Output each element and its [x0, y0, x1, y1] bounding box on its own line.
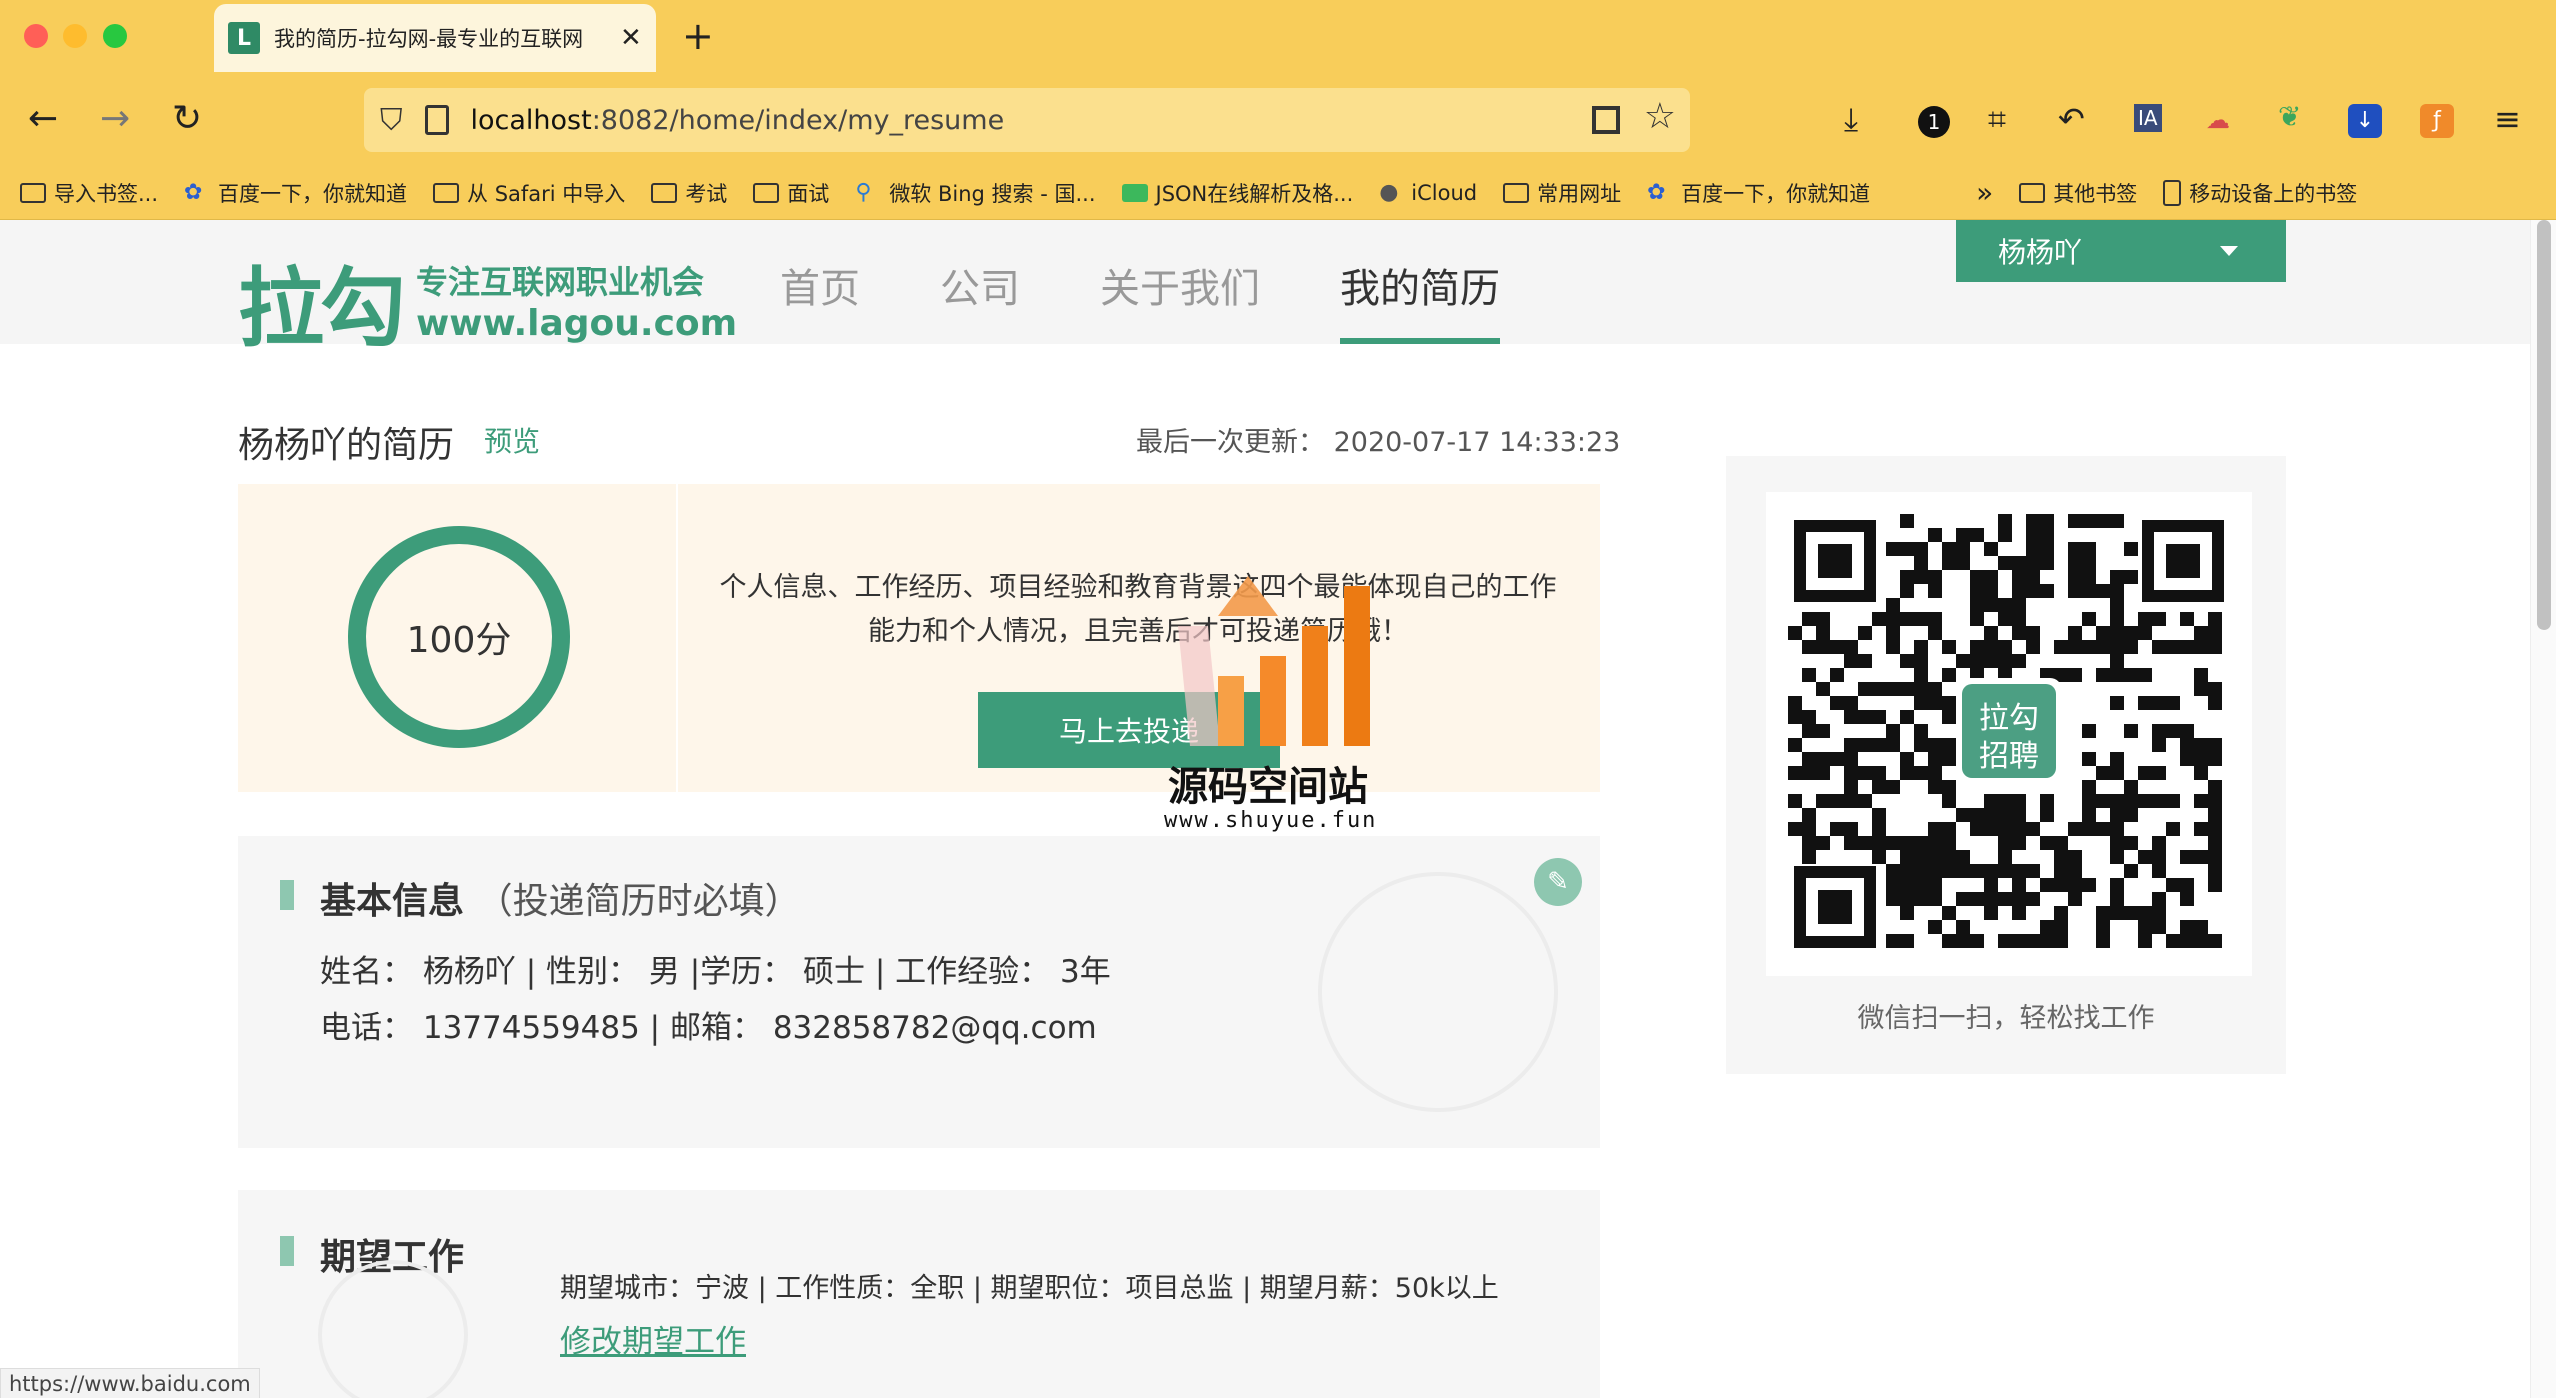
watermark-title: 源码空间站	[1168, 764, 1368, 810]
site-nav: 首页 公司 关于我们 我的简历	[780, 220, 1580, 344]
basic-info-line-2: 电话： 13774559485 | 邮箱： 832858782@qq.com	[320, 1010, 1097, 1046]
new-tab-button[interactable]: +	[682, 14, 714, 58]
bookmarks-bar: 导入书签... ✿ 百度一下，你就知道 从 Safari 中导入 考试 面试 ⚲ 微…	[0, 166, 2556, 220]
basic-info-title: 基本信息 （投递简历时必填）	[320, 881, 801, 922]
close-window-button[interactable]	[24, 24, 48, 48]
onepassword-icon[interactable]: 1	[1918, 106, 1950, 138]
shield-icon[interactable]: ⛉	[380, 103, 403, 138]
bookmark-mobile[interactable]: 移动设备上的书签	[2163, 178, 2357, 208]
edit-expected-job-link[interactable]: 修改期望工作	[560, 1316, 746, 1361]
bookmark-item[interactable]: ✿ 百度一下，你就知道	[184, 178, 407, 208]
zoom-window-button[interactable]	[103, 24, 127, 48]
browser-navbar: ← → ↻ ⛉ localhost:8082/home/index/my_res…	[0, 78, 2556, 166]
bookmark-star-icon[interactable]: ☆	[1644, 96, 1676, 137]
qr-code: 拉勾 招聘	[1766, 492, 2252, 976]
bookmark-item[interactable]: 从 Safari 中导入	[433, 178, 625, 208]
page-content: 拉勾 专注互联网职业机会 www.lagou.com 首页 公司 关于我们 我的…	[0, 220, 2530, 1398]
nav-company[interactable]: 公司	[940, 220, 1020, 344]
import-icon	[20, 182, 46, 203]
bookmark-item[interactable]: ● iCloud	[1379, 180, 1477, 205]
expected-job-card: 期望工作 期望城市：宁波 | 工作性质：全职 | 期望职位：项目总监 | 期望月…	[238, 1190, 1600, 1398]
logo-slogan: 专注互联网职业机会	[416, 263, 705, 301]
watermark-logo-icon	[1178, 576, 1370, 746]
bookmark-other[interactable]: 其他书签	[2019, 178, 2137, 208]
bookmark-item[interactable]: 考试	[651, 178, 727, 208]
download-icon[interactable]: ⤓	[1844, 100, 1858, 139]
folder-icon	[651, 182, 678, 203]
folder-icon	[433, 182, 460, 203]
logo-url: www.lagou.com	[416, 303, 738, 344]
watermark: 源码空间站 www.shuyue.fun	[1160, 556, 1400, 833]
nav-my-resume[interactable]: 我的简历	[1340, 220, 1500, 344]
page-scrollbar[interactable]	[2530, 220, 2556, 1398]
paw-icon: ✿	[1647, 180, 1666, 205]
search-icon: ⚲	[855, 180, 872, 205]
folder-icon	[2019, 182, 2046, 203]
qr-panel: 拉勾 招聘 微信扫一扫，轻松找工作	[1726, 456, 2286, 1074]
site-header: 拉勾 专注互联网职业机会 www.lagou.com 首页 公司 关于我们 我的…	[0, 220, 2530, 359]
bookmark-item[interactable]: ⚲ 微软 Bing 搜索 - 国...	[855, 178, 1095, 208]
logo-mark: 拉勾	[238, 258, 406, 359]
nav-home[interactable]: 首页	[780, 220, 860, 344]
cloud-extension-icon[interactable]: ☁	[2206, 106, 2230, 134]
score-ring: 100分	[348, 526, 570, 748]
basic-info-line-1: 姓名： 杨杨吖 | 性别： 男 |学历： 硕士 | 工作经验： 3年	[320, 954, 1111, 990]
back-button[interactable]: ←	[28, 98, 58, 139]
site-logo[interactable]: 拉勾 专注互联网职业机会 www.lagou.com	[238, 238, 737, 363]
tab-title: 我的简历-拉勾网-最专业的互联网	[274, 27, 584, 51]
last-update: 最后一次更新： 2020-07-17 14:33:23	[1136, 427, 1621, 458]
preview-link[interactable]: 预览	[484, 420, 540, 460]
avatar[interactable]	[1318, 872, 1558, 1112]
bookmark-item[interactable]: 导入书签...	[20, 178, 158, 208]
menu-icon[interactable]: ≡	[2494, 100, 2521, 138]
page-icon	[424, 105, 449, 135]
status-bar-url: https://www.baidu.com	[0, 1368, 260, 1398]
qr-caption: 微信扫一扫，轻松找工作	[1857, 1003, 2155, 1034]
bookmark-item[interactable]: ✿ 百度一下，你就知道	[1647, 178, 1870, 208]
qr-code-image: 拉勾 招聘	[1788, 514, 2224, 948]
folder-icon	[753, 182, 780, 203]
watermark-url: www.shuyue.fun	[1164, 808, 1378, 833]
bookmark-item[interactable]: JSON在线解析及格...	[1121, 178, 1353, 208]
bookmark-item[interactable]: 面试	[753, 178, 829, 208]
score-description: 个人信息、工作经历、项目经验和教育背景这四个最能体现自己的工作 能力和个人情况，…	[719, 572, 1557, 647]
user-name: 杨杨吖	[1998, 236, 2083, 269]
lagou-favicon-icon: L	[228, 22, 260, 54]
plus-icon[interactable]	[318, 1260, 468, 1398]
qr-center-label-2: 招聘	[1979, 739, 2039, 774]
folder-icon	[1503, 182, 1530, 203]
bookmark-item[interactable]: 常用网址	[1503, 178, 1621, 208]
tab-close-icon[interactable]: ✕	[620, 23, 642, 53]
undo-icon[interactable]: ↶	[2058, 100, 2085, 138]
qr-center-label-1: 拉勾	[1979, 701, 2039, 736]
reload-button[interactable]: ↻	[172, 98, 202, 139]
bookmarks-overflow-button[interactable]: »	[1976, 176, 1993, 209]
downloader-extension-icon[interactable]: ↓	[2348, 104, 2382, 138]
nav-about[interactable]: 关于我们	[1100, 220, 1260, 344]
paw-icon: ✿	[184, 180, 203, 205]
user-menu-dropdown[interactable]: 杨杨吖	[1956, 220, 2286, 282]
minimize-window-button[interactable]	[63, 24, 87, 48]
url-text[interactable]: localhost:8082/home/index/my_resume	[471, 105, 1005, 136]
expected-job-details: 期望城市：宁波 | 工作性质：全职 | 期望职位：项目总监 | 期望月薪：50k…	[560, 1273, 1499, 1304]
browser-tab-active[interactable]: L 我的简历-拉勾网-最专业的互联网 ✕	[214, 4, 656, 72]
phone-icon	[2163, 179, 2182, 206]
ia-extension-icon[interactable]: IA	[2134, 104, 2162, 132]
basic-info-card: 基本信息 （投递简历时必填） 姓名： 杨杨吖 | 性别： 男 |学历： 硕士 |…	[238, 836, 1600, 1148]
qr-code-icon[interactable]	[1592, 106, 1620, 134]
browser-titlebar: L 我的简历-拉勾网-最专业的互联网 ✕ +	[0, 0, 2556, 78]
crop-icon[interactable]: ⌗	[1988, 100, 2006, 139]
caret-down-icon	[2220, 246, 2238, 256]
apple-icon: ●	[1379, 180, 1399, 205]
leaf-extension-icon[interactable]: ❦	[2278, 100, 2301, 133]
flash-extension-icon[interactable]: ƒ	[2420, 104, 2454, 138]
pencil-icon[interactable]: ✎	[1534, 858, 1582, 906]
forward-button[interactable]: →	[100, 98, 130, 139]
score-value: 100分	[406, 620, 512, 661]
address-bar[interactable]: ⛉ localhost:8082/home/index/my_resume ☆	[364, 88, 1690, 152]
scrollbar-thumb[interactable]	[2537, 220, 2551, 630]
json-icon	[1121, 183, 1148, 202]
resume-heading: 杨杨吖的简历	[238, 425, 455, 466]
